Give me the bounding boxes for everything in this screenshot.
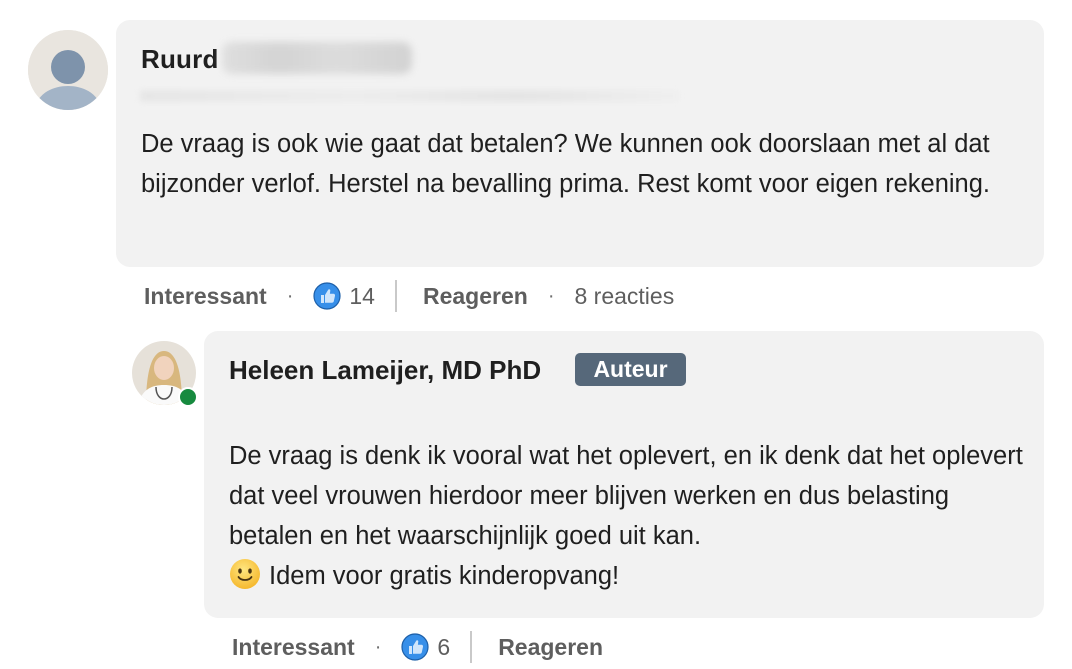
avatar[interactable] bbox=[28, 30, 108, 110]
replies-count-link[interactable]: 8 reacties bbox=[574, 283, 674, 310]
like-button[interactable]: Interessant bbox=[144, 283, 267, 310]
separator-dot: · bbox=[547, 284, 555, 307]
thumbs-up-icon[interactable] bbox=[401, 633, 429, 661]
thumbs-up-icon[interactable] bbox=[313, 282, 341, 310]
separator-dot: · bbox=[286, 284, 294, 307]
person-silhouette-icon bbox=[28, 30, 108, 110]
comment-text-tail: Idem voor gratis kinderopvang! bbox=[269, 562, 620, 590]
comment-action-bar: Interessant · 14 Reageren · 8 reacties bbox=[144, 276, 674, 316]
comment-author-name[interactable]: Ruurd bbox=[141, 44, 219, 75]
reply-button[interactable]: Reageren bbox=[423, 283, 528, 310]
redacted-author-surname bbox=[222, 42, 412, 74]
comments-thread: Ruurd De vraag is ook wie gaat dat betal… bbox=[0, 0, 1072, 669]
author-badge: Auteur bbox=[575, 353, 686, 386]
comment-text: De vraag is ook wie gaat dat betalen? We… bbox=[141, 130, 990, 198]
reaction-count[interactable]: 14 bbox=[349, 283, 375, 310]
divider bbox=[470, 631, 473, 663]
comment-text-main: De vraag is denk ik vooral wat het oplev… bbox=[229, 442, 1023, 550]
slightly-smiling-face-icon bbox=[230, 559, 260, 589]
like-button[interactable]: Interessant bbox=[232, 634, 355, 661]
comment-text: De vraag is denk ik vooral wat het oplev… bbox=[229, 436, 1029, 596]
reaction-count[interactable]: 6 bbox=[437, 634, 450, 661]
online-status-icon bbox=[178, 387, 198, 407]
comment-author-name[interactable]: Heleen Lameijer, MD PhD bbox=[229, 355, 541, 386]
redacted-author-headline bbox=[140, 90, 680, 102]
divider bbox=[394, 280, 397, 312]
comment-action-bar: Interessant · 6 Reageren bbox=[232, 627, 603, 667]
reply-button[interactable]: Reageren bbox=[498, 634, 603, 661]
separator-dot: · bbox=[374, 635, 382, 658]
